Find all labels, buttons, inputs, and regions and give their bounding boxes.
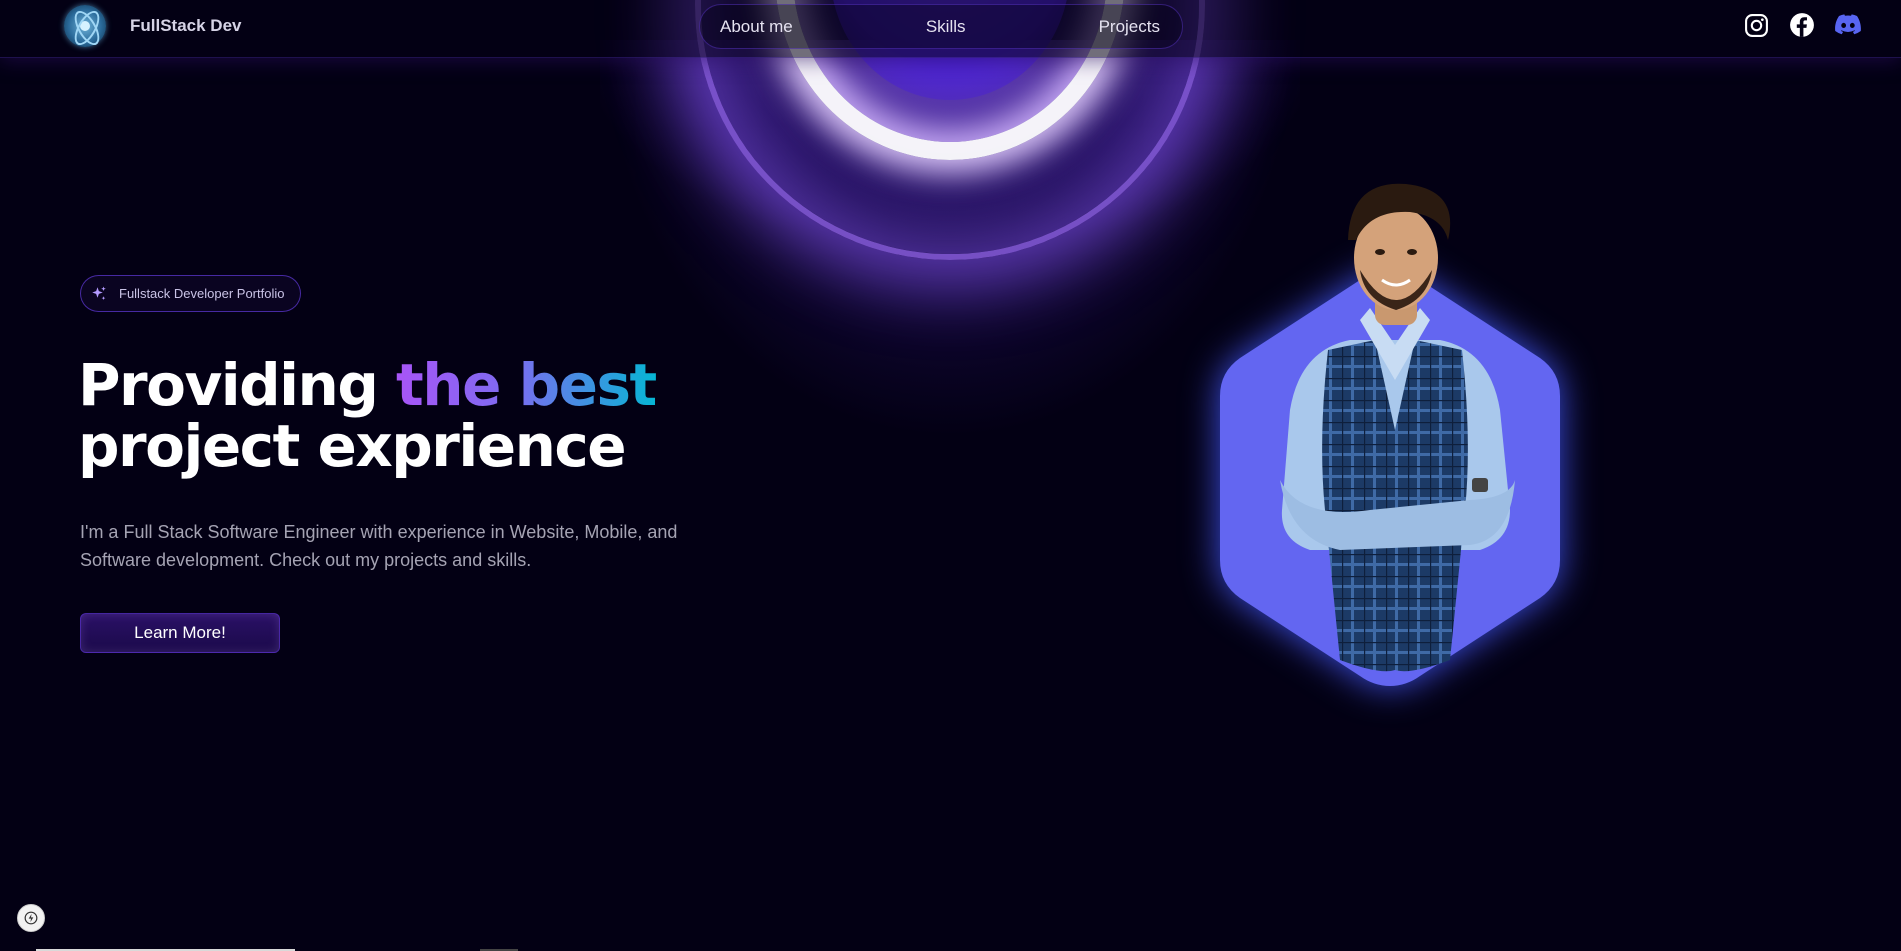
portfolio-badge: Fullstack Developer Portfolio bbox=[80, 275, 301, 312]
brand-name: FullStack Dev bbox=[130, 16, 242, 35]
headline-part1: Providing bbox=[78, 351, 397, 419]
brand[interactable]: FullStack Dev bbox=[64, 5, 242, 47]
facebook-icon[interactable] bbox=[1789, 12, 1815, 38]
nav-link-about[interactable]: About me bbox=[720, 17, 793, 37]
instagram-icon[interactable] bbox=[1743, 12, 1769, 38]
headline-highlight: the best bbox=[396, 351, 657, 419]
sparkles-icon bbox=[89, 284, 109, 304]
social-links bbox=[1743, 12, 1861, 38]
bolt-icon[interactable] bbox=[17, 904, 45, 932]
nav-link-projects[interactable]: Projects bbox=[1099, 17, 1160, 37]
nav-link-skills[interactable]: Skills bbox=[926, 17, 966, 37]
hero-description: I'm a Full Stack Software Engineer with … bbox=[80, 522, 678, 570]
navbar: FullStack Dev About me Skills Projects bbox=[0, 0, 1901, 58]
learn-more-button[interactable]: Learn More! bbox=[80, 613, 280, 653]
profile-portrait bbox=[1280, 183, 1515, 672]
headline-part2: project exprience bbox=[78, 412, 627, 480]
badge-text: Fullstack Developer Portfolio bbox=[119, 286, 285, 301]
atom-logo-icon bbox=[64, 5, 106, 47]
page: FullStack Dev About me Skills Projects F… bbox=[0, 0, 1901, 951]
nav-menu: About me Skills Projects bbox=[699, 4, 1183, 49]
hero-headline: Providing the best project exprience bbox=[78, 355, 778, 477]
discord-icon[interactable] bbox=[1835, 12, 1861, 38]
